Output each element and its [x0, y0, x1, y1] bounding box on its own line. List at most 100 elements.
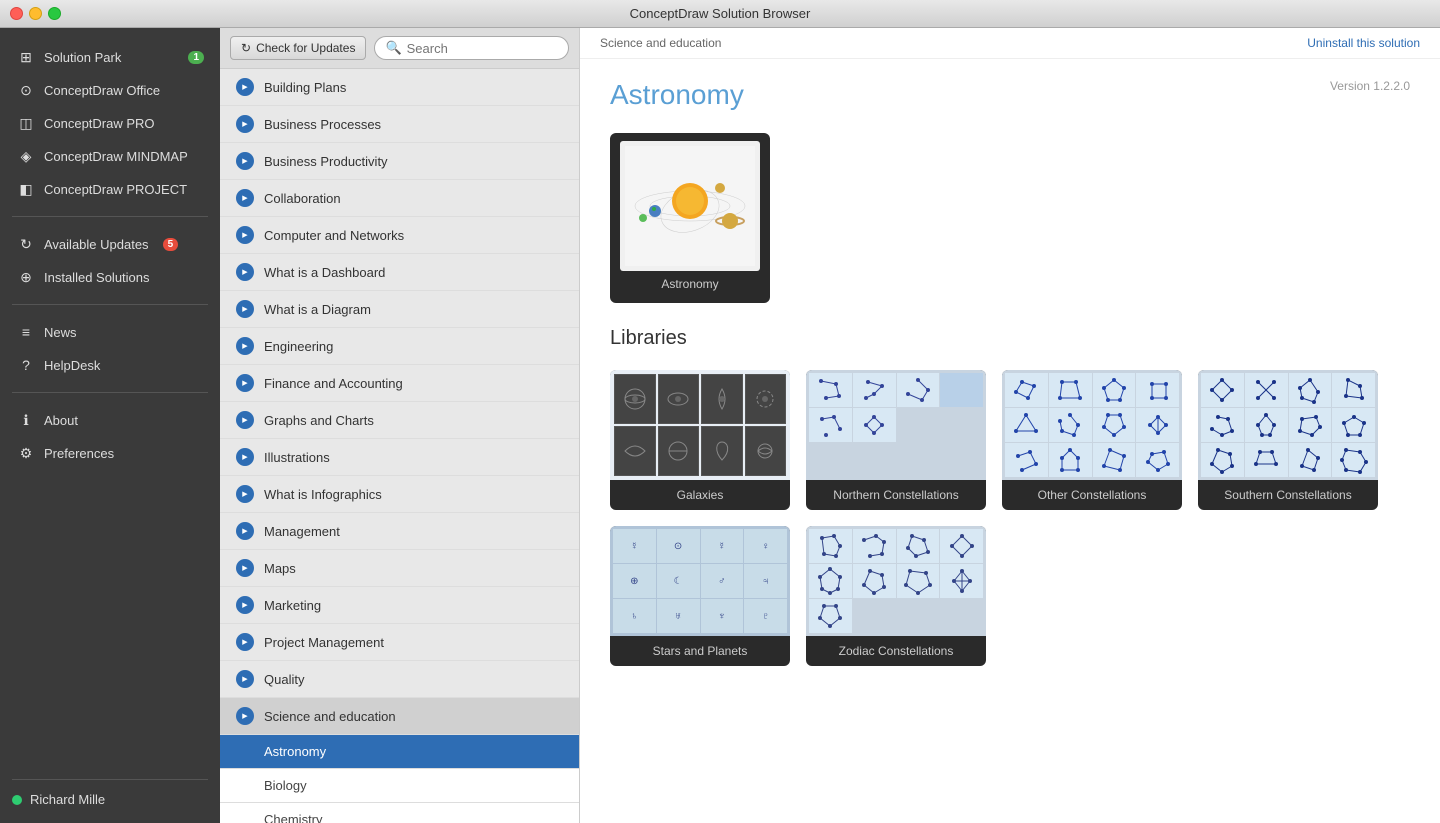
nav-arrow-icon	[236, 411, 254, 429]
nav-item-label: Management	[264, 524, 340, 539]
nav-item-what-is-dashboard[interactable]: What is a Dashboard	[220, 254, 579, 291]
library-card-northern-constellations[interactable]: Northern Constellations	[806, 370, 986, 510]
titlebar: ConceptDraw Solution Browser	[0, 0, 1440, 28]
nav-sub-item-label: Astronomy	[264, 744, 326, 759]
nav-arrow-icon	[236, 448, 254, 466]
other-const-grid	[1002, 370, 1182, 480]
sidebar-item-installed-solutions[interactable]: ⊕ Installed Solutions	[4, 261, 216, 293]
other-constellations-label: Other Constellations	[1034, 480, 1151, 510]
southern-const-grid	[1198, 370, 1378, 480]
sidebar-item-label: News	[44, 325, 77, 340]
content-panel: Science and education Uninstall this sol…	[580, 28, 1440, 823]
check-updates-button[interactable]: ↻ Check for Updates	[230, 36, 366, 60]
nav-item-label: Illustrations	[264, 450, 330, 465]
nav-list: Building Plans Business Processes Busine…	[220, 69, 579, 823]
sidebar-item-about[interactable]: ℹ About	[4, 404, 216, 436]
sidebar-item-project[interactable]: ◧ ConceptDraw PROJECT	[4, 173, 216, 205]
project-icon: ◧	[16, 179, 36, 199]
nav-sub-item-astronomy[interactable]: Astronomy	[220, 735, 579, 769]
solution-preview-card[interactable]: Astronomy	[610, 133, 770, 303]
sidebar-item-office[interactable]: ⊙ ConceptDraw Office	[4, 74, 216, 106]
library-card-southern-constellations[interactable]: Southern Constellations	[1198, 370, 1378, 510]
galaxies-icon-grid	[610, 370, 790, 480]
stars-planets-grid: ☿ ⊙ ☿ ♀ ⊕ ☾ ♂ ♃ ♄ ♅ ♆ ♇	[610, 526, 790, 636]
sidebar-item-label: Solution Park	[44, 50, 121, 65]
version-label: Version 1.2.2.0	[1330, 79, 1410, 93]
zodiac-const-grid	[806, 526, 986, 636]
nav-sub-item-biology[interactable]: Biology	[220, 769, 579, 803]
nav-item-project-management[interactable]: Project Management	[220, 624, 579, 661]
nav-item-collaboration[interactable]: Collaboration	[220, 180, 579, 217]
sidebar-tools-section: ↻ Available Updates 5 ⊕ Installed Soluti…	[0, 223, 220, 298]
sidebar-item-available-updates[interactable]: ↻ Available Updates 5	[4, 228, 216, 260]
nav-item-engineering[interactable]: Engineering	[220, 328, 579, 365]
nav-arrow-icon	[236, 189, 254, 207]
user-name: Richard Mille	[30, 792, 105, 807]
uninstall-link[interactable]: Uninstall this solution	[1307, 36, 1420, 50]
nav-item-label: Quality	[264, 672, 304, 687]
library-card-other-constellations[interactable]: Other Constellations	[1002, 370, 1182, 510]
minimize-button[interactable]	[29, 7, 42, 20]
sidebar-item-news[interactable]: ≡ News	[4, 316, 216, 348]
maximize-button[interactable]	[48, 7, 61, 20]
nav-item-maps[interactable]: Maps	[220, 550, 579, 587]
nav-item-science-education[interactable]: Science and education	[220, 698, 579, 735]
preferences-icon: ⚙	[16, 443, 36, 463]
nav-sub-item-label: Biology	[264, 778, 307, 793]
content-header: Science and education Uninstall this sol…	[580, 28, 1440, 59]
nav-item-label: Collaboration	[264, 191, 341, 206]
zodiac-constellations-label: Zodiac Constellations	[835, 636, 958, 666]
nav-sub-item-chemistry[interactable]: Chemistry	[220, 803, 579, 823]
solution-park-icon: ⊞	[16, 47, 36, 67]
news-icon: ≡	[16, 322, 36, 342]
nav-item-label: Marketing	[264, 598, 321, 613]
user-item: Richard Mille	[0, 786, 220, 813]
nav-item-what-is-diagram[interactable]: What is a Diagram	[220, 291, 579, 328]
nav-item-business-processes[interactable]: Business Processes	[220, 106, 579, 143]
nav-item-quality[interactable]: Quality	[220, 661, 579, 698]
sidebar-item-pro[interactable]: ◫ ConceptDraw PRO	[4, 107, 216, 139]
nav-item-business-productivity[interactable]: Business Productivity	[220, 143, 579, 180]
helpdesk-icon: ?	[16, 355, 36, 375]
sidebar-divider-4	[12, 779, 208, 780]
sidebar-item-preferences[interactable]: ⚙ Preferences	[4, 437, 216, 469]
traffic-lights[interactable]	[10, 7, 61, 20]
nav-item-marketing[interactable]: Marketing	[220, 587, 579, 624]
sidebar-divider-1	[12, 216, 208, 217]
sidebar-item-helpdesk[interactable]: ? HelpDesk	[4, 349, 216, 381]
nav-item-computer-networks[interactable]: Computer and Networks	[220, 217, 579, 254]
search-box[interactable]: 🔍	[374, 36, 569, 60]
nav-item-label: What is Infographics	[264, 487, 382, 502]
nav-item-infographics[interactable]: What is Infographics	[220, 476, 579, 513]
nav-arrow-icon	[236, 670, 254, 688]
nav-item-label: Engineering	[264, 339, 333, 354]
sidebar-item-label: ConceptDraw PROJECT	[44, 182, 187, 197]
updates-badge: 5	[163, 238, 179, 251]
nav-item-illustrations[interactable]: Illustrations	[220, 439, 579, 476]
sidebar-apps-section: ⊞ Solution Park 1 ⊙ ConceptDraw Office ◫…	[0, 36, 220, 210]
library-card-zodiac-constellations[interactable]: Zodiac Constellations	[806, 526, 986, 666]
check-updates-icon: ↻	[241, 41, 251, 55]
library-card-stars-planets[interactable]: ☿ ⊙ ☿ ♀ ⊕ ☾ ♂ ♃ ♄ ♅ ♆ ♇	[610, 526, 790, 666]
nav-item-graphs-charts[interactable]: Graphs and Charts	[220, 402, 579, 439]
search-input[interactable]	[407, 41, 558, 56]
nav-arrow-icon	[236, 633, 254, 651]
nav-arrow-icon	[236, 78, 254, 96]
nav-item-label: What is a Dashboard	[264, 265, 385, 280]
close-button[interactable]	[10, 7, 23, 20]
sidebar-bottom: Richard Mille	[0, 773, 220, 823]
nav-item-management[interactable]: Management	[220, 513, 579, 550]
search-icon: 🔍	[385, 40, 401, 56]
header-right: Uninstall this solution	[1307, 36, 1420, 50]
libraries-title: Libraries	[610, 327, 1410, 350]
nav-item-building-plans[interactable]: Building Plans	[220, 69, 579, 106]
nav-item-finance[interactable]: Finance and Accounting	[220, 365, 579, 402]
nav-arrow-icon	[236, 707, 254, 725]
galaxies-image	[610, 370, 790, 480]
nav-toolbar: ↻ Check for Updates 🔍	[220, 28, 579, 69]
sidebar-item-label: ConceptDraw PRO	[44, 116, 155, 131]
nav-item-label: Computer and Networks	[264, 228, 404, 243]
sidebar-item-mindmap[interactable]: ◈ ConceptDraw MINDMAP	[4, 140, 216, 172]
sidebar-item-solution-park[interactable]: ⊞ Solution Park 1	[4, 41, 216, 73]
library-card-galaxies[interactable]: Galaxies	[610, 370, 790, 510]
